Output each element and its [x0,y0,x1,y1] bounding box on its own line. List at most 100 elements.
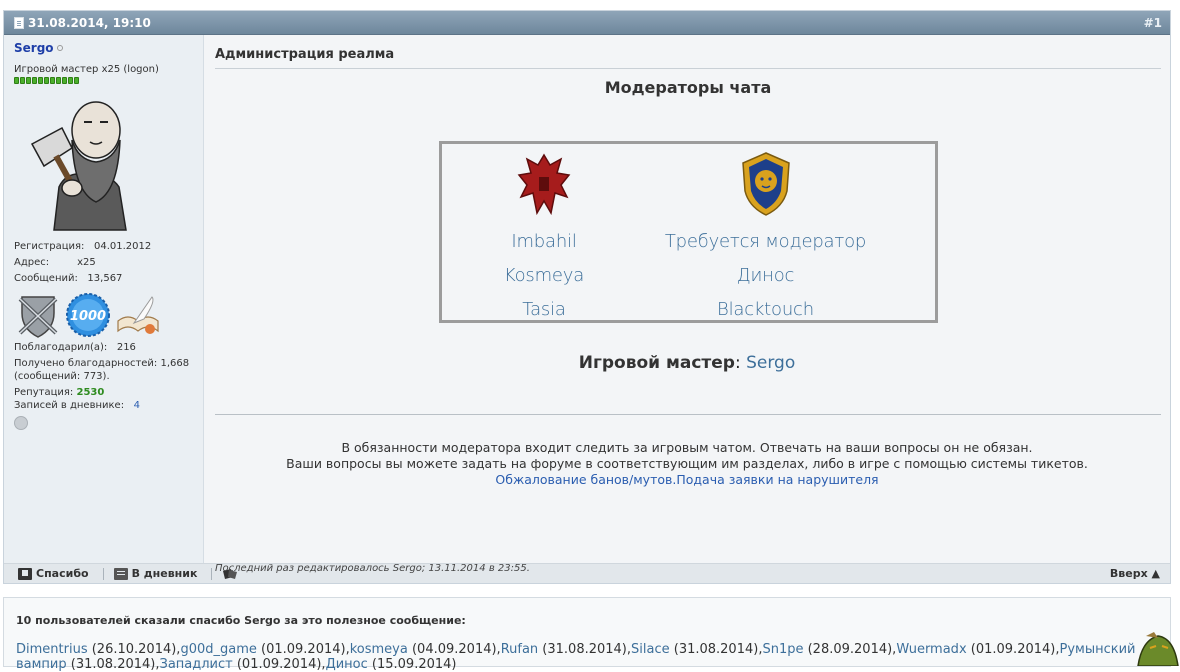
thanks-button-label: Спасибо [36,567,89,580]
thanks-list: Dimentrius (26.10.2014),g00d_game (01.09… [16,642,1158,672]
reputation-pip [26,77,31,84]
user-info-panel: Sergo Игровой мастер x25 (logon) Регистр… [4,35,204,563]
offline-status-icon [56,45,63,51]
thanks-date: (28.09.2014), [803,642,897,657]
forum-post: 31.08.2014, 19:10 #1 Sergo Игровой масте… [3,10,1171,584]
post-content: Администрация реалма Модераторы чата Imb… [204,35,1170,574]
alliance-column: Требуется модератор Динос Blacktouch [658,144,873,327]
info-line-2: Ваши вопросы вы можете задать на форуме … [286,456,1088,471]
diary-count-link[interactable]: 4 [134,400,140,411]
reputation-pip [38,77,43,84]
thanks-box: 10 пользователей сказали спасибо Sergo з… [3,597,1171,672]
thanks-user-link[interactable]: Rufan [501,642,538,657]
thanks-icon [18,567,32,580]
post-number-link[interactable]: #1 [1144,16,1162,30]
crossed-swords-shield-icon[interactable] [14,291,62,339]
address-label: Адрес: [14,257,50,268]
posts-value: 13,567 [87,273,123,284]
diary-button-label: В дневник [131,567,198,580]
diary-icon [113,567,128,580]
thanks-date: (31.08.2014), [538,642,632,657]
diary-button[interactable]: В дневник [113,567,198,580]
reputation-value: 2530 [76,387,105,398]
thanks-button[interactable]: Спасибо [18,567,89,580]
gm-name-link[interactable]: Sergo [746,353,795,373]
thanks-title: 10 пользователей сказали спасибо Sergo з… [16,614,466,627]
thanks-date: (01.09.2014), [966,642,1060,657]
alliance-moderator-3[interactable]: Blacktouch [658,293,873,327]
gm-colon: : [734,353,741,373]
post-title: Администрация реалма [215,47,1161,69]
received-posts: (сообщений: 773). [14,371,110,382]
reputation-pip [14,77,19,84]
content-divider [215,414,1161,415]
reputation-label: Репутация: [14,387,74,398]
back-to-top-link[interactable]: Вверх ▲ [1110,567,1160,580]
reputation-pip [20,77,25,84]
private-message-icon[interactable] [14,416,28,430]
footer-separator [102,567,104,580]
thanks-user-link[interactable]: Sn1pe [762,642,803,657]
reputation-pip [68,77,73,84]
post-footer: Спасибо В дневник Вверх ▲ [4,563,1170,583]
thanked-value: 216 [116,342,136,353]
reputation-pip [56,77,61,84]
thanked-label: Поблагодарил(а): [14,342,108,353]
alliance-moderator-2[interactable]: Динос [658,259,873,293]
moderators-table: Imbahil Kosmeya Tasia Требуется модерато… [439,141,938,323]
report-link[interactable]: Подача заявки на нарушителя [676,472,878,487]
gm-label: Игровой мастер [578,353,735,373]
thanks-date: (31.08.2014), [66,657,160,672]
registration-value: 04.01.2012 [93,241,152,252]
alliance-moderator-1[interactable]: Требуется модератор [658,225,873,259]
received-value: 1,668 [160,358,190,369]
moderators-heading: Модераторы чата [604,78,772,97]
award-1000-badge[interactable]: 1000 [64,291,112,339]
orc-mascot-image [1137,632,1179,666]
diary-label: Записей в дневнике: [14,400,125,411]
appeal-link[interactable]: Обжалование банов/мутов. [495,472,676,487]
horde-column: Imbahil Kosmeya Tasia [454,144,634,327]
reputation-pip [32,77,37,84]
address-value: x25 [77,257,96,268]
thanks-date: (01.09.2014), [256,642,350,657]
horde-moderator-3[interactable]: Tasia [454,293,634,327]
thanks-date: (15.09.2014) [367,657,457,672]
avatar[interactable] [14,92,144,232]
thanks-user-link[interactable]: kosmeya [350,642,408,657]
post-date: 31.08.2014, 19:10 [28,15,151,30]
footer-separator-2 [211,567,213,580]
awards: 1000 [14,291,203,339]
thanks-user-link[interactable]: Dimentrius [16,642,88,657]
received-label: Получено благодарностей: [14,358,158,369]
thanks-date: (31.08.2014), [669,642,763,657]
posts-label: Сообщений: [14,273,78,284]
thanks-user-link[interactable]: Динос [326,657,368,672]
edited-note: Последний раз редактировалось Sergo; 13.… [215,563,530,574]
thanks-date: (26.10.2014), [87,642,181,657]
horde-moderator-2[interactable]: Kosmeya [454,259,634,293]
document-icon [14,16,24,29]
thanks-user-link[interactable]: g00d_game [180,642,256,657]
moderator-info: В обязанности модератора входит следить … [204,440,1170,488]
svg-text:1000: 1000 [70,309,106,324]
username-link[interactable]: Sergo [14,41,54,55]
thanks-user-link[interactable]: Wuermadx [896,642,966,657]
thanks-date: (01.09.2014), [232,657,326,672]
thanks-user-link[interactable]: Silace [631,642,670,657]
registration-label: Регистрация: [14,241,85,252]
reputation-pip [62,77,67,84]
reputation-pip [44,77,49,84]
alliance-emblem-icon [741,152,790,216]
info-line-1: В обязанности модератора входит следить … [341,440,1033,455]
book-quill-icon[interactable] [114,291,162,339]
reputation-bar [14,77,203,84]
user-stats: Регистрация: 04.01.2012 Адрес: x25 Сообще… [14,239,203,287]
horde-emblem-icon [517,153,571,216]
game-master-line: Игровой мастер: Sergo [204,353,1170,373]
user-stats-2: Поблагодарил(а): 216 Получено благодарно… [14,341,203,412]
horde-moderator-1[interactable]: Imbahil [454,225,634,259]
thanks-user-link[interactable]: Западлист [159,657,232,672]
reputation-pip [74,77,79,84]
post-header: 31.08.2014, 19:10 #1 [4,11,1170,35]
